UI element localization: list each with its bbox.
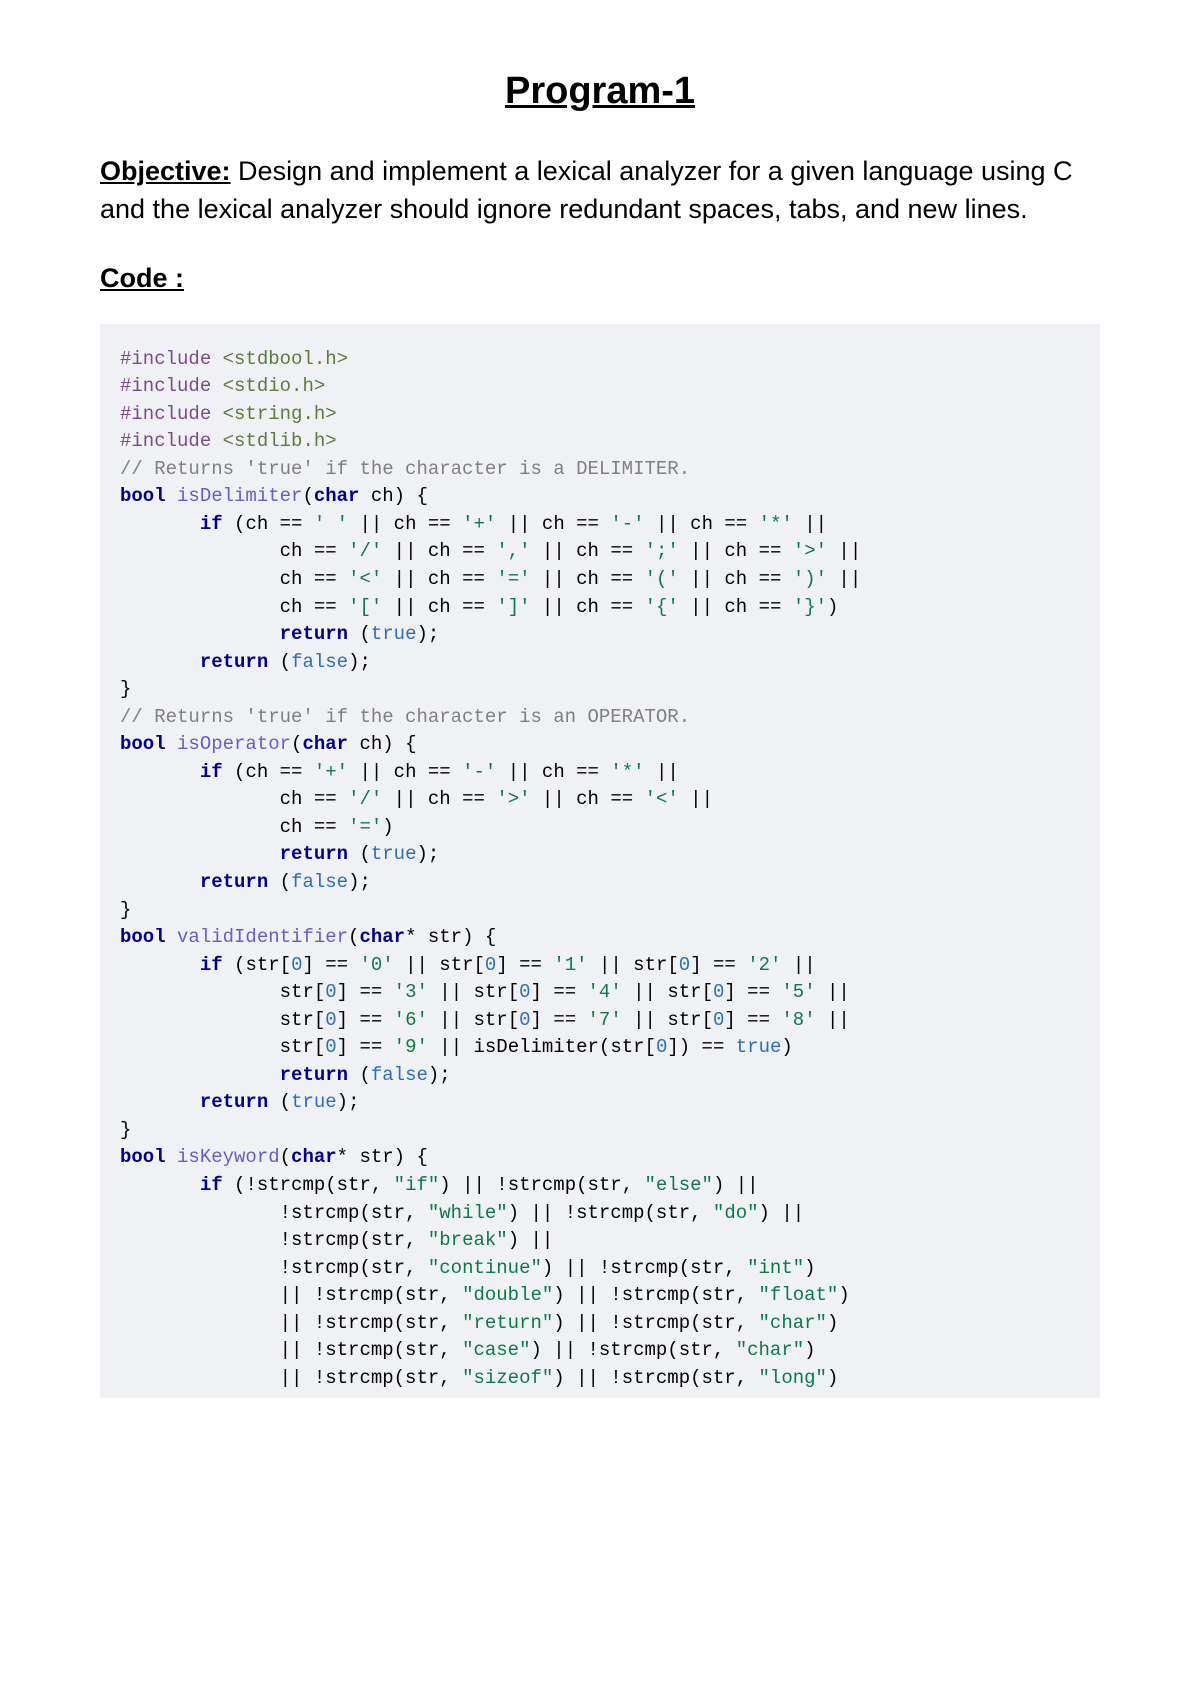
keyword: if [200,1174,223,1196]
keyword: if [200,761,223,783]
include-kw: #include [120,348,223,370]
keyword: char [314,485,360,507]
keyword: return [280,1064,348,1086]
keyword: return [280,843,348,865]
keyword: char [291,1146,337,1168]
objective-paragraph: Objective: Design and implement a lexica… [100,153,1100,229]
keyword: char [359,926,405,948]
function-name: isKeyword [177,1146,280,1168]
code-comment: // Returns 'true' if the character is a … [120,458,690,480]
page-title: Program-1 [100,70,1100,113]
code-heading: Code : [100,263,1100,294]
keyword: if [200,954,223,976]
include-kw: #include [120,430,223,452]
include-header: <stdbool.h> [223,348,348,370]
function-name: validIdentifier [177,926,348,948]
keyword: return [200,651,268,673]
code-block: #include <stdbool.h> #include <stdio.h> … [100,324,1100,1399]
keyword: char [302,733,348,755]
include-header: <string.h> [223,403,337,425]
keyword: return [280,623,348,645]
include-kw: #include [120,375,223,397]
keyword: bool [120,926,166,948]
objective-text: Design and implement a lexical analyzer … [100,156,1073,224]
keyword: return [200,871,268,893]
include-header: <stdlib.h> [223,430,337,452]
keyword: bool [120,1146,166,1168]
keyword: if [200,513,223,535]
include-header: <stdio.h> [223,375,326,397]
keyword: bool [120,485,166,507]
objective-label: Objective: [100,156,231,186]
code-comment: // Returns 'true' if the character is an… [120,706,690,728]
function-name: isOperator [177,733,291,755]
include-kw: #include [120,403,223,425]
keyword: bool [120,733,166,755]
function-name: isDelimiter [177,485,302,507]
keyword: return [200,1091,268,1113]
